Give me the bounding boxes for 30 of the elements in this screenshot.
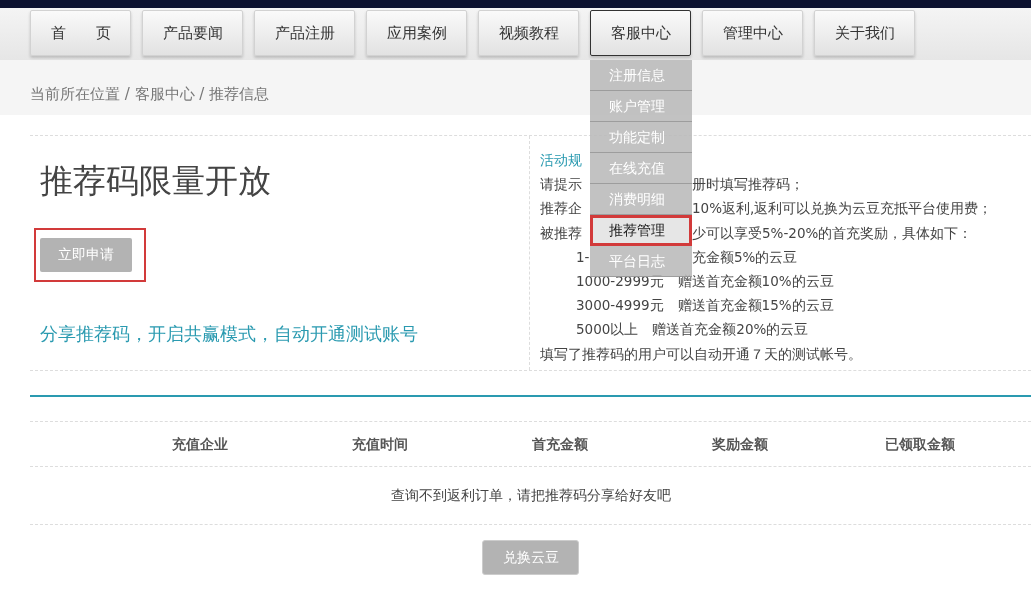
nav-tab[interactable]: 视频教程 bbox=[478, 10, 579, 56]
rule-text: 填写了推荐码的用户可以自动开通７天的测试帐号。 bbox=[540, 344, 862, 364]
rule-text: 10%返利,返利可以兑换为云豆充抵平台使用费； bbox=[692, 199, 993, 219]
nav-tab[interactable]: 关于我们 bbox=[814, 10, 915, 56]
rule-text: 充金额5%的云豆 bbox=[692, 247, 798, 267]
column-header: 奖励金额 bbox=[711, 434, 769, 454]
column-header: 充值时间 bbox=[351, 434, 409, 454]
rule-text: 3000-4999元 赠送首充金额15%的云豆 bbox=[576, 296, 834, 316]
column-header: 已领取金额 bbox=[884, 434, 956, 454]
breadcrumb: 当前所在位置 / 客服中心 / 推荐信息 bbox=[30, 85, 270, 103]
menu-item[interactable]: 推荐管理 bbox=[590, 215, 692, 246]
nav-tab[interactable]: 产品注册 bbox=[254, 10, 355, 56]
rule-text: 册时填写推荐码； bbox=[692, 175, 804, 195]
rule-text: 推荐企 bbox=[540, 199, 583, 219]
rule-text: 请提示 bbox=[540, 175, 583, 195]
rules-heading: 活动规 bbox=[540, 152, 582, 168]
nav-tab[interactable]: 管理中心 bbox=[702, 10, 803, 56]
rule-text: 1- bbox=[576, 247, 590, 267]
slogan-text: 分享推荐码，开启共赢模式，自动开通测试账号 bbox=[40, 322, 418, 344]
rule-text: 少可以享受5%-20%的首充奖励，具体如下： bbox=[692, 223, 973, 243]
nav-tab[interactable]: 产品要闻 bbox=[142, 10, 243, 56]
rule-text: 被推荐 bbox=[540, 223, 583, 243]
empty-message: 查询不到返利订单，请把推荐码分享给好友吧 bbox=[390, 487, 671, 503]
nav-tab[interactable]: 应用案例 bbox=[366, 10, 467, 56]
rule-text: 5000以上 赠送首充金额20%的云豆 bbox=[576, 320, 809, 340]
column-header: 充值企业 bbox=[171, 434, 229, 454]
column-header: 首充金额 bbox=[531, 434, 589, 454]
nav-tab[interactable]: 客服中心 bbox=[590, 10, 691, 56]
page-heading: 推荐码限量开放 bbox=[40, 160, 272, 202]
nav-tab[interactable]: 首 页 bbox=[30, 10, 131, 56]
